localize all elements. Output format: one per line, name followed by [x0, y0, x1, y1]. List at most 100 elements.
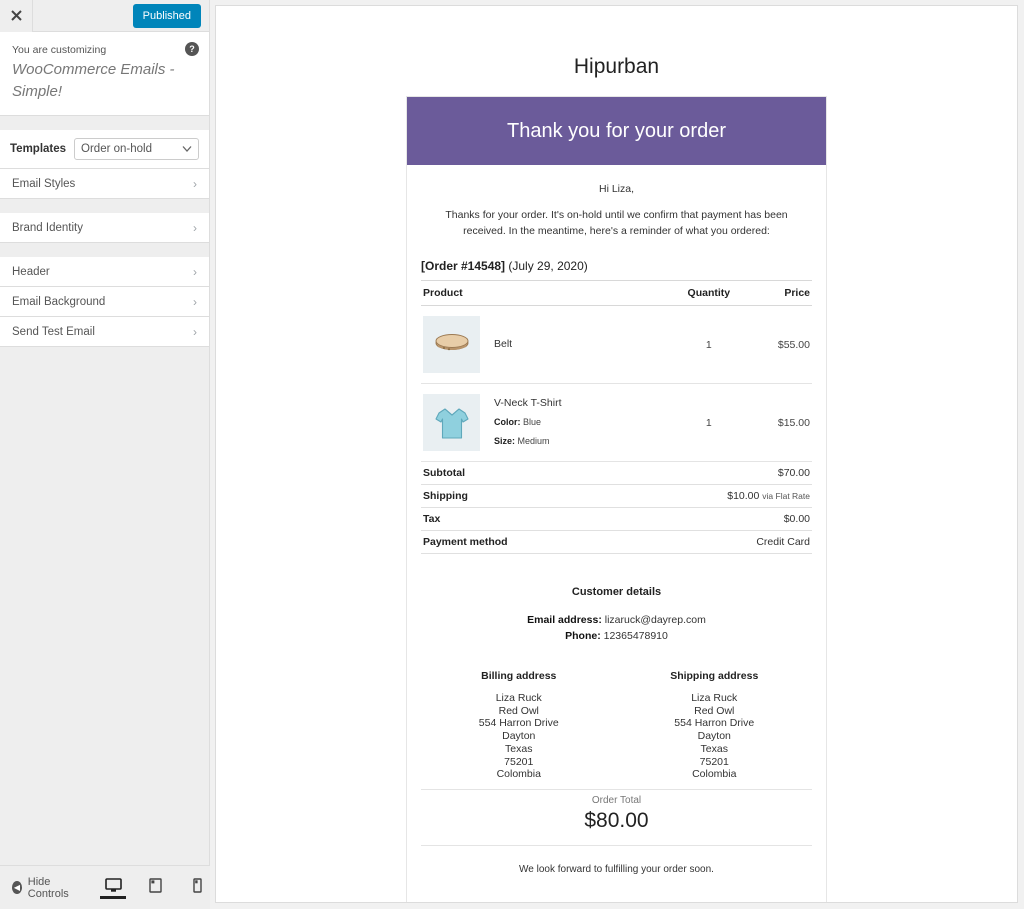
email-container: Hipurban Thank you for your order Hi Liz…	[406, 6, 827, 902]
email-brand-title: Hipurban	[573, 55, 660, 78]
chevron-right-icon: ›	[193, 294, 197, 309]
shipping-address-block: Shipping address Liza Ruck Red Owl 554 H…	[617, 670, 813, 781]
customizing-title: WooCommerce Emails - Simple!	[12, 61, 175, 100]
column-header-quantity: Quantity	[668, 280, 750, 306]
email-preview-frame: Hipurban Thank you for your order Hi Liz…	[215, 5, 1018, 903]
sidebar-item-send-test-email[interactable]: Send Test Email ›	[0, 317, 209, 347]
total-value: $70.00	[777, 467, 810, 479]
email-address-value: lizaruck@dayrep.com	[604, 614, 706, 626]
chevron-right-icon: ›	[193, 324, 197, 339]
order-items-table: Product Quantity Price Belt 1 $55.00 V-N…	[421, 280, 812, 462]
sidebar-divider	[0, 243, 209, 257]
total-note: via Flat Rate	[762, 491, 810, 501]
email-address-label: Email address:	[527, 614, 602, 626]
customizer-sidebar: Published You are customizing WooCommerc…	[0, 0, 210, 909]
table-header-row: Product Quantity Price	[421, 280, 812, 306]
mobile-icon	[192, 878, 202, 893]
email-closing-text: We look forward to fulfilling your order…	[519, 863, 714, 875]
total-row-subtotal: Subtotal $70.00	[421, 462, 812, 485]
sidebar-spacer	[0, 116, 209, 130]
order-totals-table: Subtotal $70.00 Shipping $10.00 via Flat…	[421, 462, 812, 554]
sidebar-item-label: Email Background	[12, 295, 106, 308]
templates-label: Templates	[10, 143, 67, 155]
email-body: Hi Liza, Thanks for your order. It's on-…	[407, 165, 826, 902]
chevron-right-icon: ›	[193, 264, 197, 279]
total-value: $0.00	[783, 513, 810, 525]
product-price: $55.00	[749, 305, 812, 384]
device-preview-mobile[interactable]	[184, 876, 210, 899]
billing-address-block: Billing address Liza Ruck Red Owl 554 Ha…	[421, 670, 617, 781]
collapse-arrow-icon: ◀	[12, 881, 22, 894]
device-preview-tablet[interactable]	[142, 876, 168, 899]
sidebar-divider	[0, 199, 209, 213]
product-price: $15.00	[749, 383, 812, 462]
customer-details-title: Customer details	[571, 586, 662, 598]
product-meta-size: Size: Medium	[494, 436, 550, 446]
total-value: $10.00	[727, 490, 760, 502]
templates-select[interactable]: Order on-hold	[74, 138, 199, 160]
order-total-box: Order Total $80.00	[421, 788, 812, 846]
customizing-info-panel: You are customizing WooCommerce Emails -…	[0, 32, 209, 116]
sidebar-item-header[interactable]: Header ›	[0, 257, 209, 287]
email-greeting: Hi Liza,	[598, 183, 634, 195]
hide-controls-label: Hide Controls	[27, 875, 69, 900]
device-preview-desktop[interactable]	[100, 876, 126, 899]
customer-phone-line: Phone: 12365478910	[421, 628, 812, 644]
tablet-icon	[148, 878, 162, 893]
product-meta-color: Color: Blue	[494, 417, 542, 427]
device-preview-switcher	[100, 876, 210, 899]
belt-icon	[435, 333, 468, 350]
total-row-payment-method: Payment method Credit Card	[421, 530, 812, 554]
help-icon[interactable]: ?	[185, 42, 199, 56]
order-total-value: $80.00	[584, 808, 649, 832]
product-quantity: 1	[668, 383, 750, 462]
email-card: Thank you for your order Hi Liza, Thanks…	[406, 96, 827, 902]
column-header-price: Price	[749, 280, 812, 306]
close-customizer-button[interactable]	[0, 0, 33, 32]
product-quantity: 1	[668, 305, 750, 384]
sidebar-item-label: Brand Identity	[12, 221, 83, 234]
shipping-address-title: Shipping address	[670, 670, 759, 682]
publish-button[interactable]: Published	[132, 3, 201, 28]
customer-email-line: Email address: lizaruck@dayrep.com	[421, 612, 812, 628]
total-row-tax: Tax $0.00	[421, 507, 812, 531]
hide-controls-button[interactable]: ◀ Hide Controls	[12, 876, 78, 900]
sidebar-item-label: Email Styles	[12, 177, 76, 190]
order-date: (July 29, 2020)	[508, 259, 588, 273]
tshirt-thumbnail	[423, 394, 480, 451]
billing-address-title: Billing address	[481, 670, 557, 682]
product-name: Belt	[494, 338, 513, 350]
sidebar-item-email-background[interactable]: Email Background ›	[0, 287, 209, 317]
chevron-right-icon: ›	[193, 176, 197, 191]
sidebar-item-label: Header	[12, 265, 50, 278]
close-icon	[10, 10, 22, 21]
total-label: Tax	[421, 507, 619, 531]
column-header-product: Product	[421, 280, 669, 306]
order-total-label: Order Total	[591, 794, 642, 806]
sidebar-item-email-styles[interactable]: Email Styles ›	[0, 169, 209, 199]
templates-row: Templates Order on-hold	[0, 130, 209, 169]
table-row: V-Neck T-Shirt Color: Blue Size: Medium …	[421, 383, 812, 462]
belt-thumbnail	[423, 316, 480, 373]
order-number: [Order #14548]	[421, 259, 506, 273]
total-label: Shipping	[421, 484, 619, 508]
addresses-row: Billing address Liza Ruck Red Owl 554 Ha…	[421, 670, 812, 781]
shipping-address-body: Liza Ruck Red Owl 554 Harron Drive Dayto…	[674, 692, 755, 781]
product-name: V-Neck T-Shirt	[494, 397, 562, 409]
email-banner-title: Thank you for your order	[407, 97, 826, 165]
email-copyright: © 2020 Hipurban	[421, 875, 812, 902]
order-heading: [Order #14548] (July 29, 2020)	[421, 259, 812, 273]
phone-value: 12365478910	[603, 630, 668, 642]
sidebar-item-label: Send Test Email	[12, 325, 95, 338]
customer-contact: Email address: lizaruck@dayrep.com Phone…	[421, 612, 812, 644]
sidebar-item-brand-identity[interactable]: Brand Identity ›	[0, 213, 209, 243]
total-label: Payment method	[421, 530, 619, 554]
sidebar-topbar: Published	[0, 0, 209, 32]
chevron-down-icon	[182, 146, 192, 152]
templates-selected-value: Order on-hold	[81, 143, 152, 155]
total-label: Subtotal	[421, 462, 619, 485]
phone-label: Phone:	[565, 630, 601, 642]
customizer-app: Published You are customizing WooCommerc…	[0, 0, 1024, 909]
desktop-icon	[104, 878, 122, 892]
sidebar-bottom-bar: ◀ Hide Controls	[0, 865, 210, 909]
